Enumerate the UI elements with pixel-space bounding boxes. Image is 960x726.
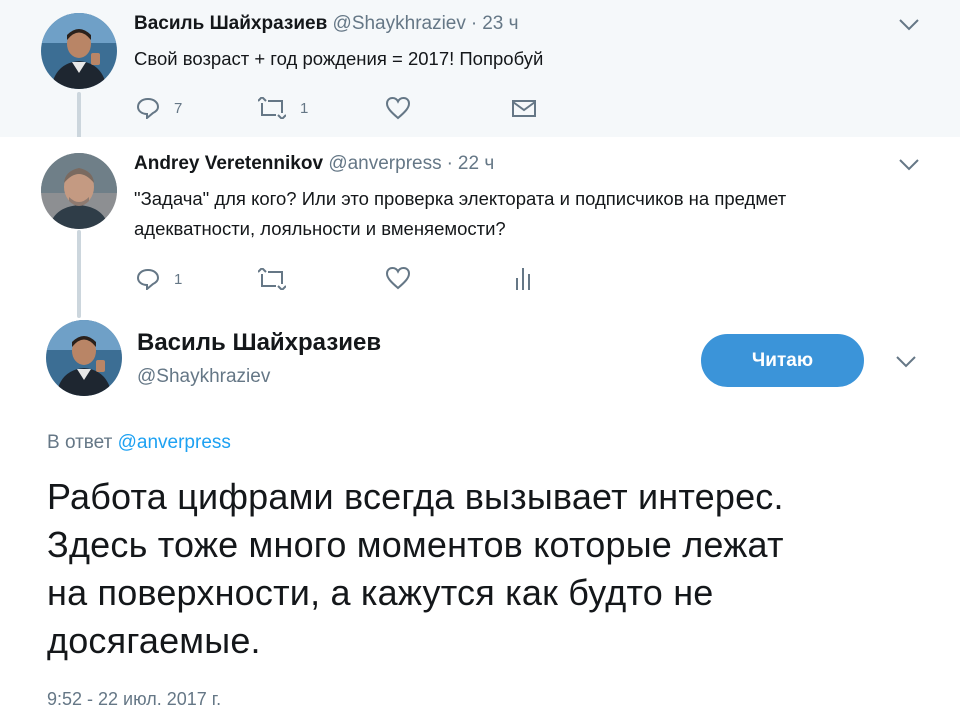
thread-line — [77, 230, 81, 318]
reply-action[interactable]: 1 — [136, 265, 182, 293]
author-name[interactable]: Василь Шайхразиев — [134, 13, 327, 34]
tweet-header: Василь Шайхразиев @Shaykhraziev · 23 ч — [134, 13, 519, 35]
author-handle[interactable]: @anverpress — [328, 153, 441, 174]
tweet-timestamp[interactable]: 9:52 - 22 июл. 2017 г. — [47, 689, 221, 710]
reply-context: В ответ @anverpress — [47, 432, 231, 454]
chevron-down-icon[interactable] — [898, 158, 920, 172]
avatar[interactable] — [41, 13, 117, 89]
tweet-text: Свой возраст + год рождения = 2017! Попр… — [134, 48, 544, 69]
reply-mention-link[interactable]: @anverpress — [118, 432, 231, 453]
retweet-action[interactable]: 1 — [258, 94, 308, 122]
author-handle[interactable]: @Shaykhraziev — [333, 13, 466, 34]
tweet-time[interactable]: 23 ч — [482, 13, 518, 34]
author-handle[interactable]: @Shaykhraziev — [137, 366, 270, 388]
tweet-time[interactable]: 22 ч — [458, 153, 494, 174]
tweet-text-line: адекватности, лояльности и вменяемости? — [134, 218, 506, 239]
analytics-icon[interactable] — [514, 266, 532, 290]
chevron-down-icon[interactable] — [898, 18, 920, 32]
reply-count: 7 — [174, 99, 183, 117]
main-tweet-text-line: досягаемые. — [47, 620, 261, 661]
tweet-text-line: "Задача" для кого? Или это проверка элек… — [134, 188, 787, 209]
reply-icon[interactable] — [136, 268, 160, 290]
retweet-icon[interactable] — [258, 268, 286, 290]
reply-icon[interactable] — [136, 97, 160, 119]
reply-count: 1 — [174, 270, 183, 288]
reply-action[interactable]: 7 — [136, 94, 182, 122]
following-button[interactable]: Читаю — [701, 334, 864, 387]
separator: · — [446, 153, 453, 174]
retweet-count: 1 — [300, 99, 309, 117]
retweet-icon[interactable] — [258, 97, 286, 119]
main-tweet-text-line: Здесь тоже много моментов которые лежат — [47, 524, 784, 565]
main-tweet-text-line: на поверхности, а кажутся как будто не — [47, 572, 714, 613]
thread-line — [77, 92, 81, 142]
avatar[interactable] — [41, 153, 117, 229]
tweet-header: Andrey Veretennikov @anverpress · 22 ч — [134, 153, 494, 175]
reply-prefix: В ответ — [47, 432, 113, 453]
message-icon[interactable] — [512, 98, 536, 118]
like-icon[interactable] — [385, 96, 411, 120]
like-icon[interactable] — [385, 266, 411, 290]
chevron-down-icon[interactable] — [895, 355, 917, 369]
main-tweet-text-line: Работа цифрами всегда вызывает интерес. — [47, 476, 784, 517]
tweet-text: "Задача" для кого? Или это проверка элек… — [134, 184, 924, 244]
author-name[interactable]: Andrey Veretennikov — [134, 153, 323, 174]
avatar[interactable] — [46, 320, 122, 396]
author-name[interactable]: Василь Шайхразиев — [137, 329, 381, 357]
main-tweet-text: Работа цифрами всегда вызывает интерес. … — [47, 473, 937, 665]
separator: · — [470, 13, 478, 34]
